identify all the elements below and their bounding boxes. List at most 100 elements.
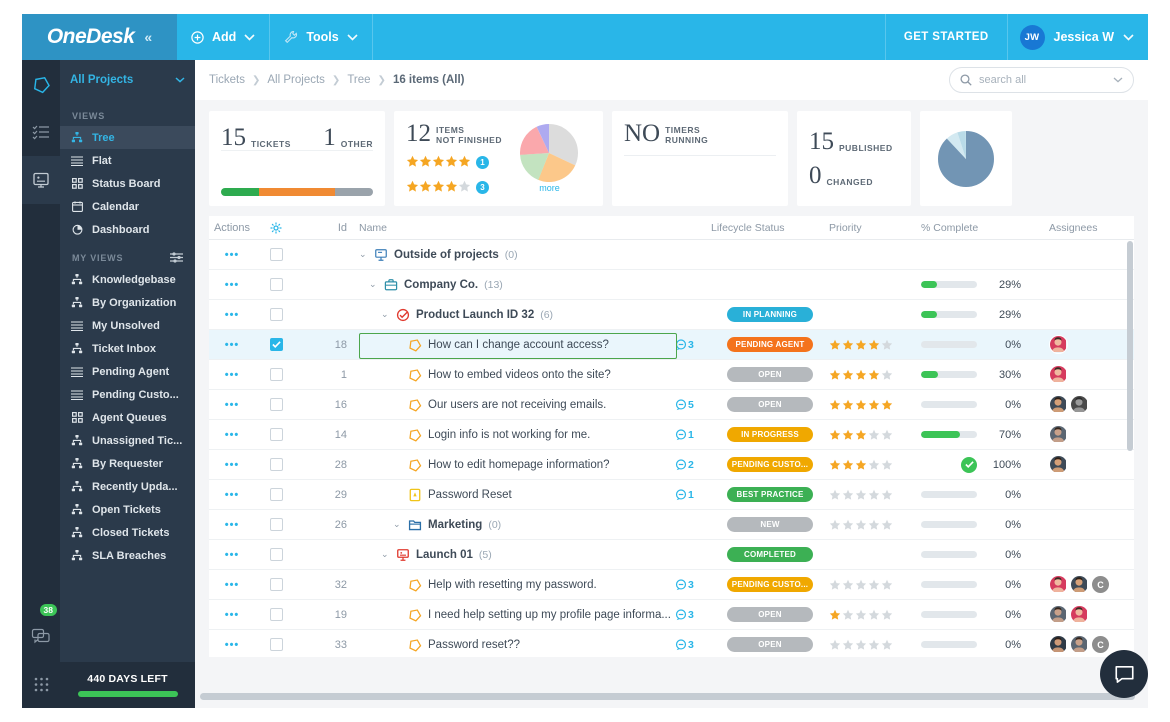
table-row[interactable]: ••• 14 Login info is not working for me. 1 I… (209, 420, 1134, 450)
rating-4-row[interactable]: 3 (406, 178, 502, 196)
status-badge[interactable]: BEST PRACTICE (727, 487, 813, 502)
row-name-cell[interactable]: ⌄ Marketing (0) (359, 518, 675, 532)
row-lifecycle-cell[interactable]: OPEN (711, 637, 829, 652)
logo-block[interactable]: OneDesk « (22, 14, 177, 60)
collapse-sidebar-icon[interactable]: « (144, 29, 152, 45)
avatar[interactable] (1049, 575, 1068, 594)
row-priority[interactable] (829, 519, 921, 531)
row-assignees[interactable] (1045, 605, 1134, 624)
row-actions-button[interactable]: ••• (209, 549, 255, 561)
row-checkbox[interactable] (269, 398, 283, 411)
row-name-cell[interactable]: Password Reset (359, 488, 675, 502)
column-header-name[interactable]: Name (359, 222, 675, 234)
table-row[interactable]: ••• 26 ⌄ Marketing (0) NEW 0% (209, 510, 1134, 540)
row-priority[interactable] (829, 639, 921, 651)
row-checkbox[interactable] (269, 308, 283, 321)
horizontal-scrollbar[interactable] (200, 693, 1135, 700)
row-checkbox-cell[interactable] (255, 608, 297, 621)
sidebar-item-status-board[interactable]: Status Board (60, 172, 195, 195)
table-row[interactable]: ••• 29 Password Reset 1 BEST PRACTICE 0% (209, 480, 1134, 510)
table-row[interactable]: ••• ⌄ Launch 01 (5) COMPLETED 0% (209, 540, 1134, 570)
row-lifecycle-cell[interactable]: PENDING CUSTO... (711, 457, 829, 472)
row-actions-button[interactable]: ••• (209, 279, 255, 291)
chevron-down-icon[interactable] (1113, 77, 1123, 83)
row-checkbox-cell[interactable] (255, 578, 297, 591)
status-badge[interactable]: OPEN (727, 607, 813, 622)
row-priority[interactable] (829, 339, 921, 351)
row-checkbox[interactable] (269, 458, 283, 471)
row-actions-button[interactable]: ••• (209, 579, 255, 591)
row-actions-button[interactable]: ••• (209, 309, 255, 321)
row-lifecycle-cell[interactable]: PENDING CUSTO... (711, 577, 829, 592)
sidebar-item-by-requester[interactable]: By Requester (60, 452, 195, 475)
avatar[interactable] (1049, 455, 1068, 474)
rating-5-row[interactable]: 1 (406, 153, 502, 171)
avatar[interactable] (1070, 605, 1089, 624)
avatar[interactable] (1070, 635, 1089, 654)
sidebar-item-calendar[interactable]: Calendar (60, 195, 195, 218)
row-lifecycle-cell[interactable]: IN PROGRESS (711, 427, 829, 442)
user-menu[interactable]: JW Jessica W (1006, 14, 1148, 60)
row-checkbox-cell[interactable] (255, 368, 297, 381)
avatar[interactable] (1049, 605, 1068, 624)
avatar[interactable] (1049, 635, 1068, 654)
row-priority[interactable] (829, 459, 921, 471)
row-checkbox[interactable] (269, 518, 283, 531)
project-selector[interactable]: All Projects (60, 60, 195, 100)
status-badge[interactable]: NEW (727, 517, 813, 532)
row-priority[interactable] (829, 579, 921, 591)
row-actions-button[interactable]: ••• (209, 339, 255, 351)
table-row[interactable]: ••• 1 How to embed videos onto the site? OP… (209, 360, 1134, 390)
row-name-cell[interactable]: How can I change account access? (359, 338, 675, 352)
row-actions-button[interactable]: ••• (209, 459, 255, 471)
status-badge[interactable]: PENDING AGENT (727, 337, 813, 352)
status-badge[interactable]: OPEN (727, 637, 813, 652)
rail-messages-icon[interactable]: 38 (22, 604, 60, 660)
row-conversations[interactable]: 3 (675, 609, 711, 621)
row-name-cell[interactable]: Password reset?? (359, 638, 675, 652)
chat-widget-button[interactable] (1100, 650, 1148, 698)
row-priority[interactable] (829, 369, 921, 381)
sidebar-item-unassigned-tic[interactable]: Unassigned Tic... (60, 429, 195, 452)
sidebar-item-open-tickets[interactable]: Open Tickets (60, 498, 195, 521)
row-lifecycle-cell[interactable]: BEST PRACTICE (711, 487, 829, 502)
sidebar-item-sla-breaches[interactable]: SLA Breaches (60, 544, 195, 567)
rail-tasks-icon[interactable] (22, 108, 60, 156)
get-started-button[interactable]: GET STARTED (884, 14, 1007, 60)
row-name-cell[interactable]: How to embed videos onto the site? (359, 368, 675, 382)
row-conversations[interactable]: 1 (675, 429, 711, 441)
row-checkbox-cell[interactable] (255, 488, 297, 501)
sidebar-item-agent-queues[interactable]: Agent Queues (60, 406, 195, 429)
breadcrumb-item[interactable]: Tickets (209, 74, 245, 86)
avatar[interactable]: C (1091, 635, 1110, 654)
row-lifecycle-cell[interactable]: NEW (711, 517, 829, 532)
table-row[interactable]: ••• 32 Help with resetting my password. 3 PE… (209, 570, 1134, 600)
row-priority[interactable] (829, 489, 921, 501)
row-lifecycle-cell[interactable]: OPEN (711, 367, 829, 382)
filter-settings-icon[interactable] (170, 252, 183, 263)
row-checkbox[interactable] (269, 608, 283, 621)
row-name-cell[interactable]: Login info is not working for me. (359, 428, 675, 442)
status-badge[interactable]: PENDING CUSTO... (727, 577, 813, 592)
avatar[interactable] (1070, 575, 1089, 594)
row-checkbox[interactable] (269, 638, 283, 651)
column-header-assignees[interactable]: Assignees (1045, 222, 1134, 234)
avatar[interactable] (1049, 425, 1068, 444)
row-conversations[interactable]: 1 (675, 489, 711, 501)
row-checkbox[interactable] (269, 278, 283, 291)
sidebar-item-my-unsolved[interactable]: My Unsolved (60, 314, 195, 337)
row-checkbox-cell[interactable] (255, 518, 297, 531)
row-checkbox[interactable] (269, 548, 283, 561)
row-checkbox-cell[interactable] (255, 458, 297, 471)
row-checkbox-cell[interactable] (255, 278, 297, 291)
chevron-down-icon[interactable] (1123, 33, 1134, 41)
breadcrumb-item[interactable]: All Projects (267, 74, 325, 86)
avatar[interactable] (1070, 395, 1089, 414)
row-lifecycle-cell[interactable]: OPEN (711, 607, 829, 622)
row-name-cell[interactable]: ⌄ Product Launch ID 32 (6) (359, 308, 675, 322)
row-conversations[interactable]: 5 (675, 399, 711, 411)
chevron-down-icon[interactable] (347, 33, 358, 41)
row-checkbox[interactable] (269, 368, 283, 381)
row-checkbox[interactable] (269, 488, 283, 501)
table-row[interactable]: ••• 28 How to edit homepage information? 2 P… (209, 450, 1134, 480)
